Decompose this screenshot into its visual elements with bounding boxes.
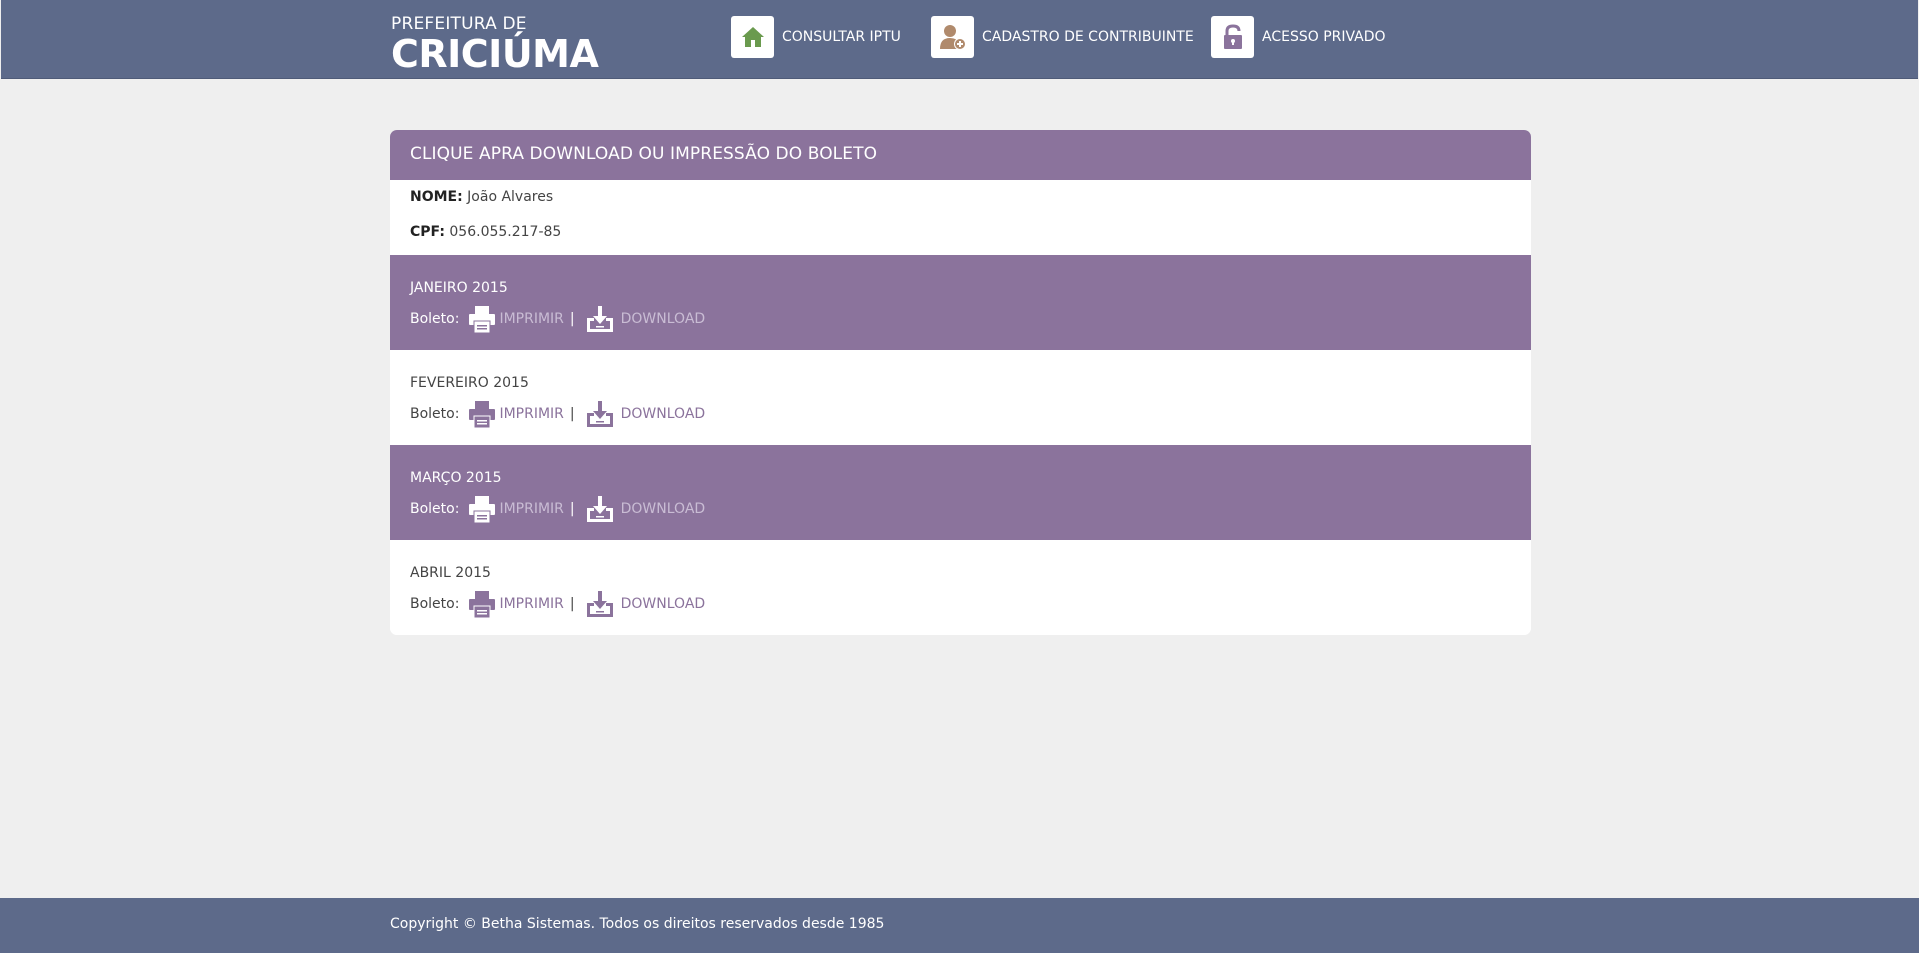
boleto-label: Boleto: [410,406,460,422]
brand-subtitle: PREFEITURA DE [391,14,527,34]
download-icon [586,496,613,522]
download-button[interactable]: DOWNLOAD [585,399,706,429]
boleto-label: Boleto: [410,596,460,612]
boleto-actions: Boleto: IMPRIMIR | DOWNLOAD [410,493,705,525]
download-icon [586,306,613,332]
nome-row: NOME: João Alvares [390,189,553,205]
print-button[interactable]: IMPRIMIR [467,304,564,334]
download-label: DOWNLOAD [620,501,706,517]
month-row-abril: ABRIL 2015 Boleto: IMPRIMIR | DOWNLOAD [390,540,1531,635]
printer-icon [469,591,496,619]
nav-cadastro-contribuinte[interactable]: CADASTRO DE CONTRIBUINTE [931,16,1194,58]
nav-label: CADASTRO DE CONTRIBUINTE [982,29,1194,45]
download-label: DOWNLOAD [620,406,706,422]
download-label: DOWNLOAD [620,311,706,327]
printer-icon [469,401,496,429]
download-button[interactable]: DOWNLOAD [585,494,706,524]
separator: | [569,501,575,517]
month-title: JANEIRO 2015 [410,280,508,296]
separator: | [569,406,575,422]
cpf-row: CPF: 056.055.217-85 [390,224,561,240]
print-button[interactable]: IMPRIMIR [467,399,564,429]
month-row-fevereiro: FEVEREIRO 2015 Boleto: IMPRIMIR | DOWNLO… [390,350,1531,445]
cpf-label: CPF: [410,224,445,240]
nome-label: NOME: [410,189,463,205]
card-title: CLIQUE APRA DOWNLOAD OU IMPRESSÃO DO BOL… [390,130,1531,180]
download-label: DOWNLOAD [620,596,706,612]
month-title: ABRIL 2015 [410,565,491,581]
nav-label: CONSULTAR IPTU [782,29,901,45]
separator: | [569,596,575,612]
download-button[interactable]: DOWNLOAD [585,304,706,334]
top-navbar: PREFEITURA DE CRICIÚMA CONSULTAR IPTU CA… [1,0,1918,79]
brand-title: CRICIÚMA [391,32,599,76]
nav-consultar-iptu[interactable]: CONSULTAR IPTU [731,16,901,58]
month-title: FEVEREIRO 2015 [410,375,529,391]
boleto-actions: Boleto: IMPRIMIR | DOWNLOAD [410,398,705,430]
download-icon [586,401,613,427]
print-label: IMPRIMIR [499,501,564,517]
copyright-text: Copyright © Betha Sistemas. Todos os dir… [390,916,885,932]
cpf-value: 056.055.217-85 [449,224,562,240]
footer: Copyright © Betha Sistemas. Todos os dir… [0,898,1919,953]
download-icon [586,591,613,617]
nome-value: João Alvares [467,189,554,205]
printer-icon [469,496,496,524]
house-icon [731,16,774,58]
print-button[interactable]: IMPRIMIR [467,494,564,524]
brand-logo[interactable]: PREFEITURA DE CRICIÚMA [391,14,599,76]
print-button[interactable]: IMPRIMIR [467,589,564,619]
nav-label: ACESSO PRIVADO [1262,29,1386,45]
print-label: IMPRIMIR [499,596,564,612]
print-label: IMPRIMIR [499,406,564,422]
month-row-janeiro: JANEIRO 2015 Boleto: IMPRIMIR | DOWNLOAD [390,255,1531,350]
add-user-icon [931,16,974,58]
download-button[interactable]: DOWNLOAD [585,589,706,619]
nav-acesso-privado[interactable]: ACESSO PRIVADO [1211,16,1386,58]
boleto-actions: Boleto: IMPRIMIR | DOWNLOAD [410,588,705,620]
boleto-actions: Boleto: IMPRIMIR | DOWNLOAD [410,303,705,335]
lock-icon [1211,16,1254,58]
print-label: IMPRIMIR [499,311,564,327]
month-title: MARÇO 2015 [410,470,502,486]
boleto-label: Boleto: [410,501,460,517]
boleto-label: Boleto: [410,311,460,327]
separator: | [569,311,575,327]
month-row-marco: MARÇO 2015 Boleto: IMPRIMIR | DOWNLOAD [390,445,1531,540]
printer-icon [469,306,496,334]
boleto-card: CLIQUE APRA DOWNLOAD OU IMPRESSÃO DO BOL… [390,130,1531,635]
